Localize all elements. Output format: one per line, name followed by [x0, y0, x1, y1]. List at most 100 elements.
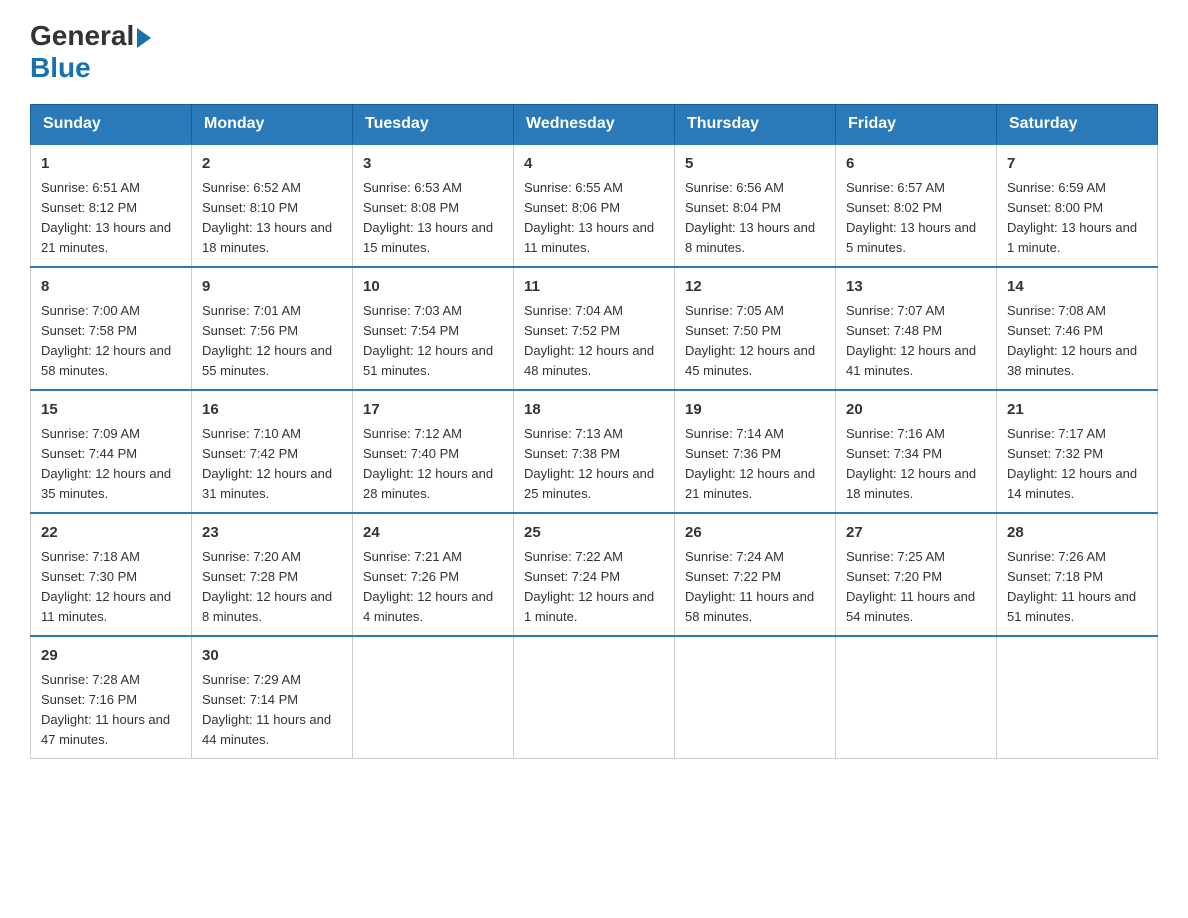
calendar-day: 28 Sunrise: 7:26 AMSunset: 7:18 PMDaylig…	[997, 513, 1158, 636]
day-info: Sunrise: 7:28 AMSunset: 7:16 PMDaylight:…	[41, 672, 170, 747]
header-monday: Monday	[192, 105, 353, 145]
calendar-day: 3 Sunrise: 6:53 AMSunset: 8:08 PMDayligh…	[353, 144, 514, 267]
day-number: 13	[846, 276, 986, 299]
day-info: Sunrise: 7:16 AMSunset: 7:34 PMDaylight:…	[846, 426, 976, 501]
day-number: 18	[524, 399, 664, 422]
day-info: Sunrise: 7:29 AMSunset: 7:14 PMDaylight:…	[202, 672, 331, 747]
calendar-day: 27 Sunrise: 7:25 AMSunset: 7:20 PMDaylig…	[836, 513, 997, 636]
header-wednesday: Wednesday	[514, 105, 675, 145]
header-tuesday: Tuesday	[353, 105, 514, 145]
calendar-day: 14 Sunrise: 7:08 AMSunset: 7:46 PMDaylig…	[997, 267, 1158, 390]
day-info: Sunrise: 7:20 AMSunset: 7:28 PMDaylight:…	[202, 549, 332, 624]
calendar-day: 11 Sunrise: 7:04 AMSunset: 7:52 PMDaylig…	[514, 267, 675, 390]
header-friday: Friday	[836, 105, 997, 145]
day-number: 2	[202, 153, 342, 176]
day-info: Sunrise: 7:05 AMSunset: 7:50 PMDaylight:…	[685, 303, 815, 378]
day-info: Sunrise: 7:24 AMSunset: 7:22 PMDaylight:…	[685, 549, 814, 624]
day-info: Sunrise: 6:59 AMSunset: 8:00 PMDaylight:…	[1007, 180, 1137, 255]
header-sunday: Sunday	[31, 105, 192, 145]
calendar-day: 24 Sunrise: 7:21 AMSunset: 7:26 PMDaylig…	[353, 513, 514, 636]
calendar-day: 21 Sunrise: 7:17 AMSunset: 7:32 PMDaylig…	[997, 390, 1158, 513]
day-info: Sunrise: 7:26 AMSunset: 7:18 PMDaylight:…	[1007, 549, 1136, 624]
calendar-day: 22 Sunrise: 7:18 AMSunset: 7:30 PMDaylig…	[31, 513, 192, 636]
calendar-day	[353, 636, 514, 759]
day-info: Sunrise: 7:01 AMSunset: 7:56 PMDaylight:…	[202, 303, 332, 378]
calendar-day	[675, 636, 836, 759]
day-number: 16	[202, 399, 342, 422]
day-info: Sunrise: 7:18 AMSunset: 7:30 PMDaylight:…	[41, 549, 171, 624]
day-info: Sunrise: 7:25 AMSunset: 7:20 PMDaylight:…	[846, 549, 975, 624]
calendar-day: 17 Sunrise: 7:12 AMSunset: 7:40 PMDaylig…	[353, 390, 514, 513]
calendar-day: 7 Sunrise: 6:59 AMSunset: 8:00 PMDayligh…	[997, 144, 1158, 267]
day-info: Sunrise: 7:08 AMSunset: 7:46 PMDaylight:…	[1007, 303, 1137, 378]
day-number: 27	[846, 522, 986, 545]
calendar-day: 9 Sunrise: 7:01 AMSunset: 7:56 PMDayligh…	[192, 267, 353, 390]
day-info: Sunrise: 6:55 AMSunset: 8:06 PMDaylight:…	[524, 180, 654, 255]
calendar-day	[836, 636, 997, 759]
day-info: Sunrise: 6:51 AMSunset: 8:12 PMDaylight:…	[41, 180, 171, 255]
day-info: Sunrise: 7:00 AMSunset: 7:58 PMDaylight:…	[41, 303, 171, 378]
day-number: 8	[41, 276, 181, 299]
day-info: Sunrise: 7:04 AMSunset: 7:52 PMDaylight:…	[524, 303, 654, 378]
calendar-day: 1 Sunrise: 6:51 AMSunset: 8:12 PMDayligh…	[31, 144, 192, 267]
calendar-day	[514, 636, 675, 759]
day-number: 28	[1007, 522, 1147, 545]
day-info: Sunrise: 7:14 AMSunset: 7:36 PMDaylight:…	[685, 426, 815, 501]
calendar-day: 19 Sunrise: 7:14 AMSunset: 7:36 PMDaylig…	[675, 390, 836, 513]
calendar-table: Sunday Monday Tuesday Wednesday Thursday…	[30, 104, 1158, 759]
logo-arrow-icon	[137, 28, 151, 48]
day-number: 22	[41, 522, 181, 545]
day-number: 7	[1007, 153, 1147, 176]
day-number: 17	[363, 399, 503, 422]
calendar-day: 26 Sunrise: 7:24 AMSunset: 7:22 PMDaylig…	[675, 513, 836, 636]
calendar-day: 10 Sunrise: 7:03 AMSunset: 7:54 PMDaylig…	[353, 267, 514, 390]
day-info: Sunrise: 6:57 AMSunset: 8:02 PMDaylight:…	[846, 180, 976, 255]
day-number: 10	[363, 276, 503, 299]
day-number: 19	[685, 399, 825, 422]
day-number: 4	[524, 153, 664, 176]
day-info: Sunrise: 6:53 AMSunset: 8:08 PMDaylight:…	[363, 180, 493, 255]
calendar-week-4: 22 Sunrise: 7:18 AMSunset: 7:30 PMDaylig…	[31, 513, 1158, 636]
page-header: General Blue	[30, 20, 1158, 84]
calendar-day: 25 Sunrise: 7:22 AMSunset: 7:24 PMDaylig…	[514, 513, 675, 636]
header-saturday: Saturday	[997, 105, 1158, 145]
calendar-day: 12 Sunrise: 7:05 AMSunset: 7:50 PMDaylig…	[675, 267, 836, 390]
day-info: Sunrise: 7:09 AMSunset: 7:44 PMDaylight:…	[41, 426, 171, 501]
day-info: Sunrise: 7:17 AMSunset: 7:32 PMDaylight:…	[1007, 426, 1137, 501]
day-number: 29	[41, 645, 181, 668]
logo: General Blue	[30, 20, 151, 84]
day-info: Sunrise: 6:52 AMSunset: 8:10 PMDaylight:…	[202, 180, 332, 255]
day-number: 26	[685, 522, 825, 545]
day-number: 9	[202, 276, 342, 299]
calendar-day: 5 Sunrise: 6:56 AMSunset: 8:04 PMDayligh…	[675, 144, 836, 267]
calendar-day	[997, 636, 1158, 759]
day-info: Sunrise: 7:07 AMSunset: 7:48 PMDaylight:…	[846, 303, 976, 378]
day-number: 6	[846, 153, 986, 176]
day-number: 24	[363, 522, 503, 545]
day-number: 12	[685, 276, 825, 299]
day-info: Sunrise: 7:22 AMSunset: 7:24 PMDaylight:…	[524, 549, 654, 624]
day-number: 25	[524, 522, 664, 545]
calendar-day: 15 Sunrise: 7:09 AMSunset: 7:44 PMDaylig…	[31, 390, 192, 513]
calendar-day: 30 Sunrise: 7:29 AMSunset: 7:14 PMDaylig…	[192, 636, 353, 759]
day-info: Sunrise: 7:12 AMSunset: 7:40 PMDaylight:…	[363, 426, 493, 501]
day-info: Sunrise: 7:21 AMSunset: 7:26 PMDaylight:…	[363, 549, 493, 624]
day-number: 20	[846, 399, 986, 422]
calendar-day: 23 Sunrise: 7:20 AMSunset: 7:28 PMDaylig…	[192, 513, 353, 636]
calendar-day: 20 Sunrise: 7:16 AMSunset: 7:34 PMDaylig…	[836, 390, 997, 513]
calendar-day: 16 Sunrise: 7:10 AMSunset: 7:42 PMDaylig…	[192, 390, 353, 513]
calendar-day: 13 Sunrise: 7:07 AMSunset: 7:48 PMDaylig…	[836, 267, 997, 390]
calendar-day: 29 Sunrise: 7:28 AMSunset: 7:16 PMDaylig…	[31, 636, 192, 759]
day-number: 23	[202, 522, 342, 545]
day-number: 3	[363, 153, 503, 176]
day-number: 15	[41, 399, 181, 422]
calendar-week-5: 29 Sunrise: 7:28 AMSunset: 7:16 PMDaylig…	[31, 636, 1158, 759]
calendar-week-3: 15 Sunrise: 7:09 AMSunset: 7:44 PMDaylig…	[31, 390, 1158, 513]
logo-general-text: General	[30, 20, 134, 52]
day-number: 30	[202, 645, 342, 668]
day-info: Sunrise: 6:56 AMSunset: 8:04 PMDaylight:…	[685, 180, 815, 255]
calendar-week-2: 8 Sunrise: 7:00 AMSunset: 7:58 PMDayligh…	[31, 267, 1158, 390]
calendar-day: 8 Sunrise: 7:00 AMSunset: 7:58 PMDayligh…	[31, 267, 192, 390]
day-info: Sunrise: 7:03 AMSunset: 7:54 PMDaylight:…	[363, 303, 493, 378]
day-number: 5	[685, 153, 825, 176]
